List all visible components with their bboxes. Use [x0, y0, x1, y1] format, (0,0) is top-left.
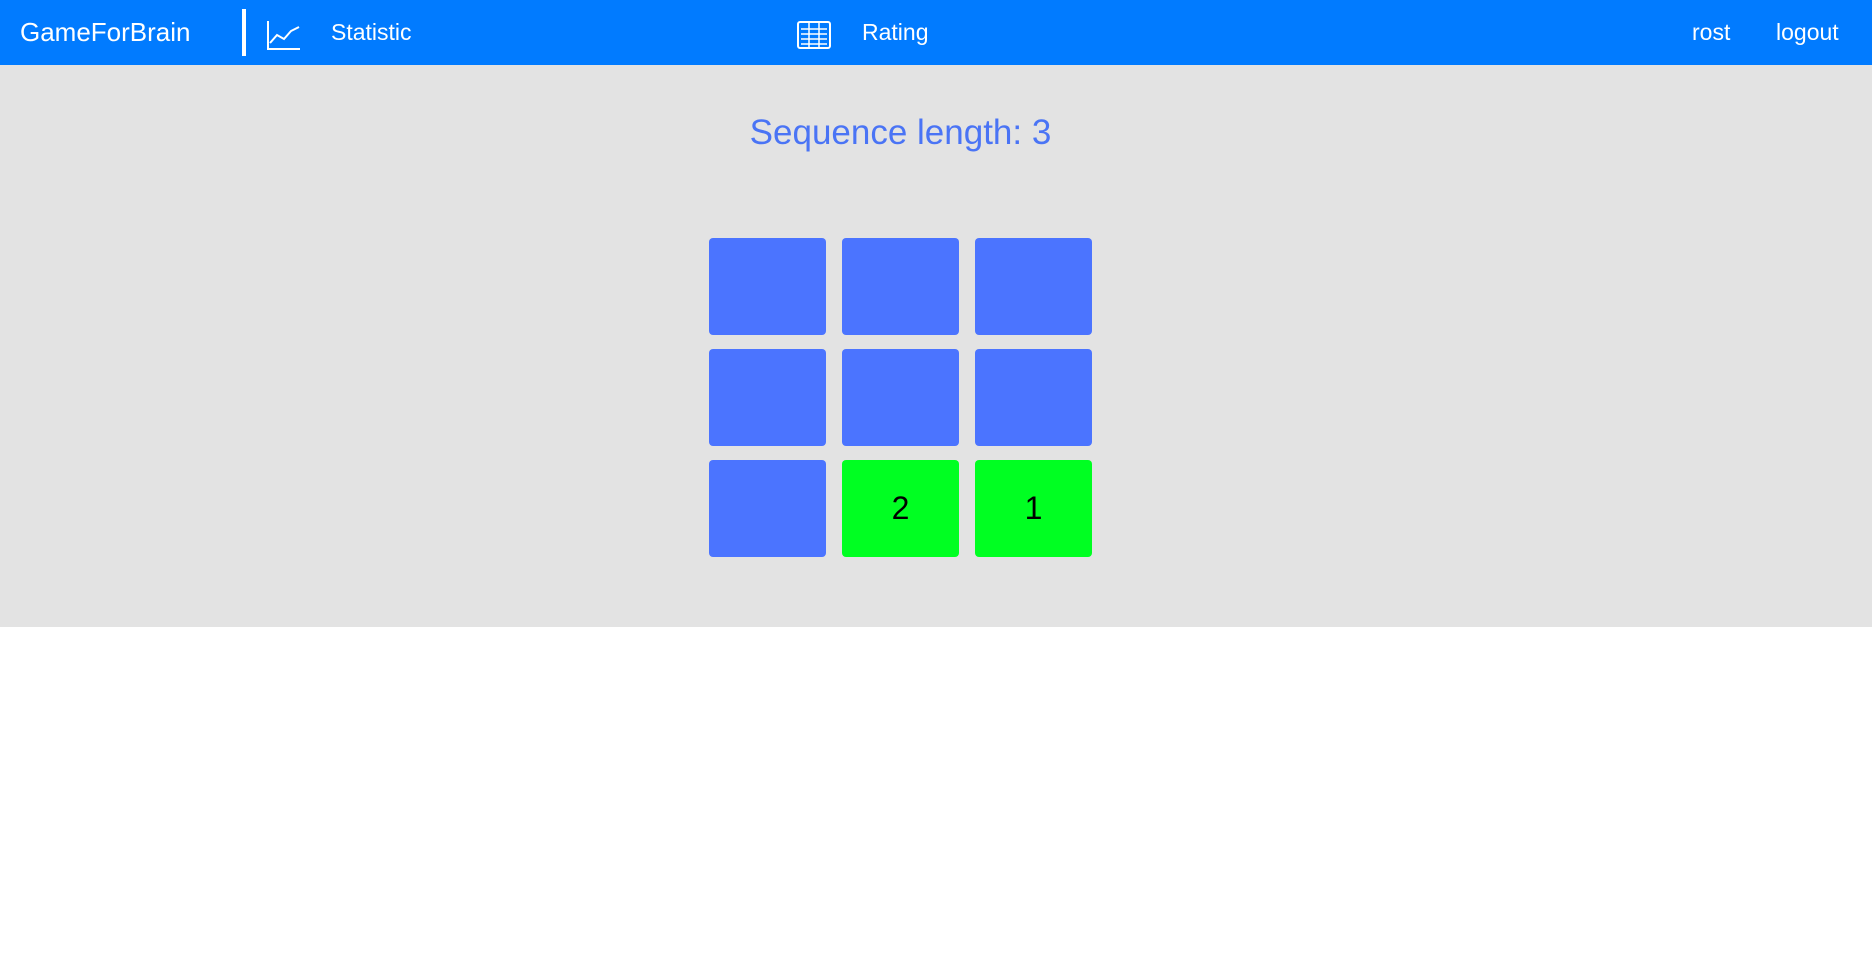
brand-logo[interactable]: GameForBrain	[20, 0, 191, 65]
game-tile[interactable]: 2	[842, 460, 959, 557]
game-tile[interactable]	[709, 460, 826, 557]
table-icon[interactable]	[797, 20, 831, 50]
navbar: GameForBrain Statistic Rating rost logou…	[0, 0, 1872, 65]
game-tile[interactable]	[709, 238, 826, 335]
game-tile[interactable]	[842, 238, 959, 335]
game-tile[interactable]	[842, 349, 959, 446]
navbar-divider	[242, 9, 246, 56]
user-link[interactable]: rost	[1692, 0, 1730, 65]
game-tile[interactable]	[975, 349, 1092, 446]
sequence-length-title: Sequence length: 3	[749, 113, 1052, 152]
game-tile[interactable]	[975, 238, 1092, 335]
logout-link[interactable]: logout	[1776, 0, 1839, 65]
game-tile[interactable]	[709, 349, 826, 446]
line-chart-icon[interactable]	[266, 19, 302, 51]
game-tile[interactable]: 1	[975, 460, 1092, 557]
nav-rating-link[interactable]: Rating	[862, 0, 928, 65]
nav-statistic-link[interactable]: Statistic	[331, 0, 412, 65]
game-area: Sequence length: 3 2 1	[0, 65, 1872, 627]
